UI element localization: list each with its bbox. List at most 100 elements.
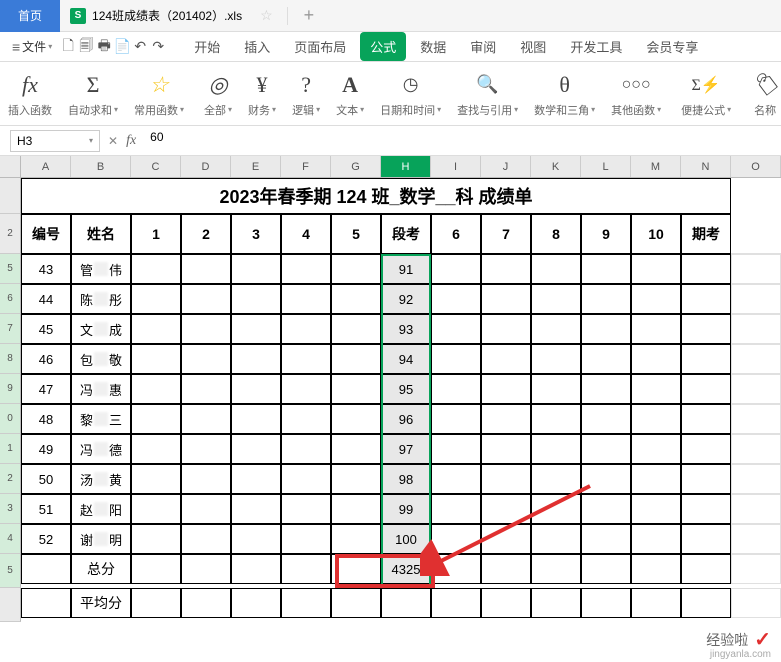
cell[interactable] [21,588,71,618]
cell[interactable] [631,344,681,374]
redo-icon[interactable]: ↷ [150,39,166,55]
cell[interactable] [681,314,731,344]
name-cell[interactable]: 谢明 [71,524,131,554]
preview-icon[interactable]: 📄 [114,39,130,55]
cell[interactable] [731,524,781,554]
cell[interactable] [331,254,381,284]
col-header-J[interactable]: J [481,156,531,177]
cell[interactable] [681,434,731,464]
score-cell[interactable]: 91 [381,254,431,284]
cell[interactable] [531,524,581,554]
cell[interactable] [431,254,481,284]
star-icon[interactable]: ☆ [252,7,281,24]
col-header-K[interactable]: K [531,156,581,177]
cell[interactable] [281,344,331,374]
name-cell[interactable]: 黎三 [71,404,131,434]
cell[interactable] [181,434,231,464]
logic-button[interactable]: ? 逻辑▾ [284,66,328,121]
cell[interactable] [481,254,531,284]
cell[interactable] [231,284,281,314]
sum-label-cell[interactable]: 总分 [71,554,131,584]
cell[interactable] [531,404,581,434]
cell[interactable] [431,374,481,404]
cell[interactable] [431,434,481,464]
cell[interactable] [181,404,231,434]
cell[interactable] [581,588,631,618]
cell[interactable] [631,464,681,494]
cell[interactable] [681,344,731,374]
cell[interactable] [681,404,731,434]
score-cell[interactable]: 98 [381,464,431,494]
save-as-icon[interactable]: 🗐 [78,39,94,55]
cell[interactable] [531,374,581,404]
cell[interactable] [281,588,331,618]
all-fn-button[interactable]: ◎ 全部▾ [196,66,240,121]
header-cell[interactable]: 9 [581,214,631,254]
cell[interactable] [581,284,631,314]
cell[interactable] [431,284,481,314]
cell[interactable] [181,464,231,494]
id-cell[interactable]: 46 [21,344,71,374]
row-header[interactable] [0,178,21,214]
cell[interactable] [631,524,681,554]
cell[interactable] [181,254,231,284]
undo-icon[interactable]: ↶ [132,39,148,55]
autosum-button[interactable]: Σ 自动求和▾ [60,66,126,121]
tab-insert[interactable]: 插入 [234,32,280,61]
cell[interactable] [131,434,181,464]
cell[interactable] [231,524,281,554]
cell[interactable] [731,554,781,584]
cell[interactable] [431,494,481,524]
sum-value-cell[interactable]: 4325 [381,554,431,584]
cell[interactable] [131,374,181,404]
cell[interactable] [331,434,381,464]
other-fn-button[interactable]: ○○○ 其他函数▾ [603,66,669,121]
cell[interactable] [431,464,481,494]
cell[interactable] [331,554,381,584]
cell[interactable] [331,344,381,374]
cell[interactable] [381,588,431,618]
cell[interactable] [231,588,281,618]
cell[interactable] [481,494,531,524]
cell[interactable] [531,284,581,314]
row-header[interactable]: 7 [0,314,21,344]
cell[interactable] [581,314,631,344]
cell[interactable] [731,588,781,618]
cell[interactable] [531,434,581,464]
row-header[interactable] [0,588,21,622]
tab-layout[interactable]: 页面布局 [284,32,356,61]
row-header[interactable]: 0 [0,404,21,434]
cell[interactable] [531,464,581,494]
name-cell[interactable]: 冯惠 [71,374,131,404]
text-fn-button[interactable]: A 文本▾ [328,66,372,121]
cell[interactable] [131,284,181,314]
id-cell[interactable]: 51 [21,494,71,524]
col-header-H[interactable]: H [381,156,431,177]
row-header[interactable]: 5 [0,554,21,588]
cell[interactable] [531,344,581,374]
cell[interactable] [231,344,281,374]
id-cell[interactable]: 49 [21,434,71,464]
cell[interactable] [331,314,381,344]
header-cell[interactable]: 8 [531,214,581,254]
cell[interactable] [281,404,331,434]
col-header-E[interactable]: E [231,156,281,177]
name-box[interactable]: H3 ▾ [10,130,100,152]
id-cell[interactable]: 48 [21,404,71,434]
cell[interactable] [681,464,731,494]
cell[interactable] [631,404,681,434]
tab-view[interactable]: 视图 [510,32,556,61]
cell[interactable] [731,494,781,524]
cell[interactable] [481,554,531,584]
cell[interactable] [731,314,781,344]
tab-data[interactable]: 数据 [410,32,456,61]
name-cell[interactable]: 管伟 [71,254,131,284]
cell[interactable] [531,314,581,344]
header-cell[interactable]: 姓名 [71,214,131,254]
cell[interactable] [181,554,231,584]
cell[interactable] [331,524,381,554]
cell[interactable] [581,494,631,524]
cell[interactable] [431,588,481,618]
cell[interactable] [581,344,631,374]
row-header[interactable]: 2 [0,464,21,494]
